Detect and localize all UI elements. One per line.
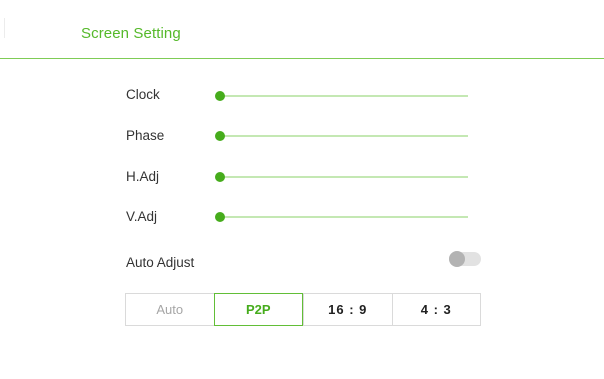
header-divider — [0, 58, 604, 59]
auto-adjust-label: Auto Adjust — [126, 255, 195, 270]
h-adj-label: H.Adj — [126, 169, 160, 184]
panel-edge — [4, 18, 5, 38]
v-adj-slider[interactable] — [215, 211, 468, 223]
slider-thumb[interactable] — [215, 172, 225, 182]
auto-adjust-toggle[interactable] — [449, 251, 481, 267]
toggle-knob — [449, 251, 465, 267]
clock-label: Clock — [126, 87, 160, 102]
slider-thumb[interactable] — [215, 212, 225, 222]
slider-track — [218, 216, 468, 218]
phase-label: Phase — [126, 128, 165, 143]
aspect-option-4-3[interactable]: 4 : 3 — [391, 294, 481, 325]
slider-thumb[interactable] — [215, 131, 225, 141]
slider-thumb[interactable] — [215, 91, 225, 101]
h-adj-slider[interactable] — [215, 171, 468, 183]
v-adj-label: V.Adj — [126, 209, 158, 224]
aspect-option-16-9[interactable]: 16 : 9 — [303, 294, 392, 325]
aspect-option-p2p[interactable]: P2P — [213, 293, 303, 326]
page-title: Screen Setting — [81, 25, 181, 42]
phase-slider[interactable] — [215, 130, 468, 142]
aspect-option-auto[interactable]: Auto — [126, 294, 214, 325]
slider-track — [218, 95, 468, 97]
aspect-ratio-selector: Auto P2P 16 : 9 4 : 3 — [125, 293, 481, 326]
screen-setting-page: Screen Setting Clock Phase H.Adj V.Adj A… — [0, 0, 604, 379]
slider-track — [218, 176, 468, 178]
slider-track — [218, 135, 468, 137]
clock-slider[interactable] — [215, 90, 468, 102]
